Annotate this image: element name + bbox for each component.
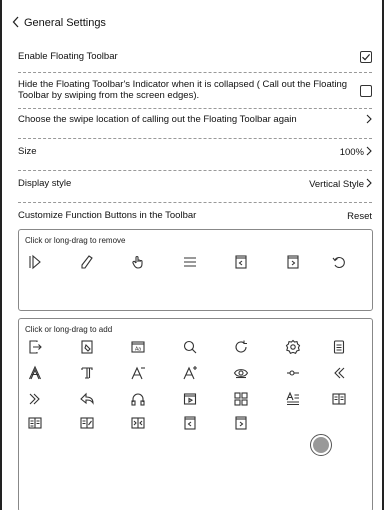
chevron-right-icon <box>366 114 372 126</box>
dual-page-icon[interactable] <box>329 389 349 409</box>
document-icon[interactable] <box>329 337 349 357</box>
exit-icon[interactable] <box>25 337 45 357</box>
double-chevron-right-icon[interactable] <box>25 389 45 409</box>
hide-indicator-label: Hide the Floating Toolbar's Indicator wh… <box>18 79 348 101</box>
double-chevron-left-icon[interactable] <box>329 363 349 383</box>
eye-icon[interactable] <box>231 363 251 383</box>
refresh-icon[interactable] <box>231 337 251 357</box>
enable-floating-toolbar-checkbox[interactable] <box>360 51 372 63</box>
settings-gear-icon[interactable] <box>283 337 303 357</box>
headphones-icon[interactable] <box>128 389 148 409</box>
divider <box>18 202 372 203</box>
swipe-location-label: Choose the swipe location of calling out… <box>18 113 297 125</box>
chevron-right-icon <box>366 178 372 190</box>
enable-floating-toolbar-label: Enable Floating Toolbar <box>18 50 118 62</box>
divider <box>18 170 372 171</box>
page-down-icon[interactable] <box>283 252 303 272</box>
hand-touch-icon[interactable] <box>128 252 148 272</box>
undo-icon[interactable] <box>329 252 349 272</box>
divider <box>18 138 372 139</box>
chevron-right-icon <box>366 146 372 158</box>
size-value: 100% <box>339 146 364 158</box>
pen-icon[interactable] <box>77 252 97 272</box>
remove-panel-title: Click or long-drag to remove <box>25 236 126 245</box>
text-align-icon[interactable] <box>283 389 303 409</box>
collapse-toolbar-icon[interactable] <box>25 252 45 272</box>
hide-indicator-row[interactable]: Hide the Floating Toolbar's Indicator wh… <box>18 79 372 103</box>
add-panel: Click or long-drag to add Aa <box>18 318 373 510</box>
floating-ball-icon[interactable] <box>310 434 332 456</box>
font-increase-icon[interactable] <box>180 363 200 383</box>
split-view-icon[interactable] <box>128 413 148 433</box>
display-style-value: Vertical Style <box>309 178 364 190</box>
divider <box>18 108 372 109</box>
search-icon[interactable] <box>180 337 200 357</box>
page-title: General Settings <box>24 17 106 29</box>
hide-indicator-checkbox[interactable] <box>360 85 372 97</box>
enable-floating-toolbar-row[interactable]: Enable Floating Toolbar <box>18 50 372 64</box>
page-up-icon[interactable] <box>180 413 200 433</box>
display-style-row[interactable]: Display style Vertical Style <box>18 177 372 191</box>
size-label: Size <box>18 145 37 157</box>
font-decrease-icon[interactable] <box>128 363 148 383</box>
size-row[interactable]: Size 100% <box>18 145 372 159</box>
font-serif-icon[interactable] <box>77 363 97 383</box>
back-arrow-icon[interactable] <box>77 389 97 409</box>
add-panel-title: Click or long-drag to add <box>25 325 113 334</box>
play-box-icon[interactable] <box>180 389 200 409</box>
remove-panel: Click or long-drag to remove <box>18 229 373 311</box>
font-box-icon[interactable]: Aa <box>128 337 148 357</box>
font-outline-icon[interactable] <box>25 363 45 383</box>
chevron-left-icon[interactable] <box>12 16 22 30</box>
divider <box>18 72 372 73</box>
page-up-icon[interactable] <box>231 252 251 272</box>
eraser-icon[interactable] <box>77 337 97 357</box>
grid-icon[interactable] <box>231 389 251 409</box>
book-dual-icon[interactable] <box>77 413 97 433</box>
svg-text:Aa: Aa <box>135 347 141 353</box>
menu-icon[interactable] <box>180 252 200 272</box>
page-header[interactable]: General Settings <box>12 14 106 32</box>
reset-button[interactable]: Reset <box>347 211 372 222</box>
slider-icon[interactable] <box>283 363 303 383</box>
page-down-icon[interactable] <box>231 413 251 433</box>
book-open-icon[interactable] <box>25 413 45 433</box>
customize-label: Customize Function Buttons in the Toolba… <box>18 209 197 221</box>
swipe-location-row[interactable]: Choose the swipe location of calling out… <box>18 113 372 127</box>
checkmark-icon <box>362 54 371 61</box>
customize-row: Customize Function Buttons in the Toolba… <box>18 209 372 223</box>
display-style-label: Display style <box>18 177 72 189</box>
